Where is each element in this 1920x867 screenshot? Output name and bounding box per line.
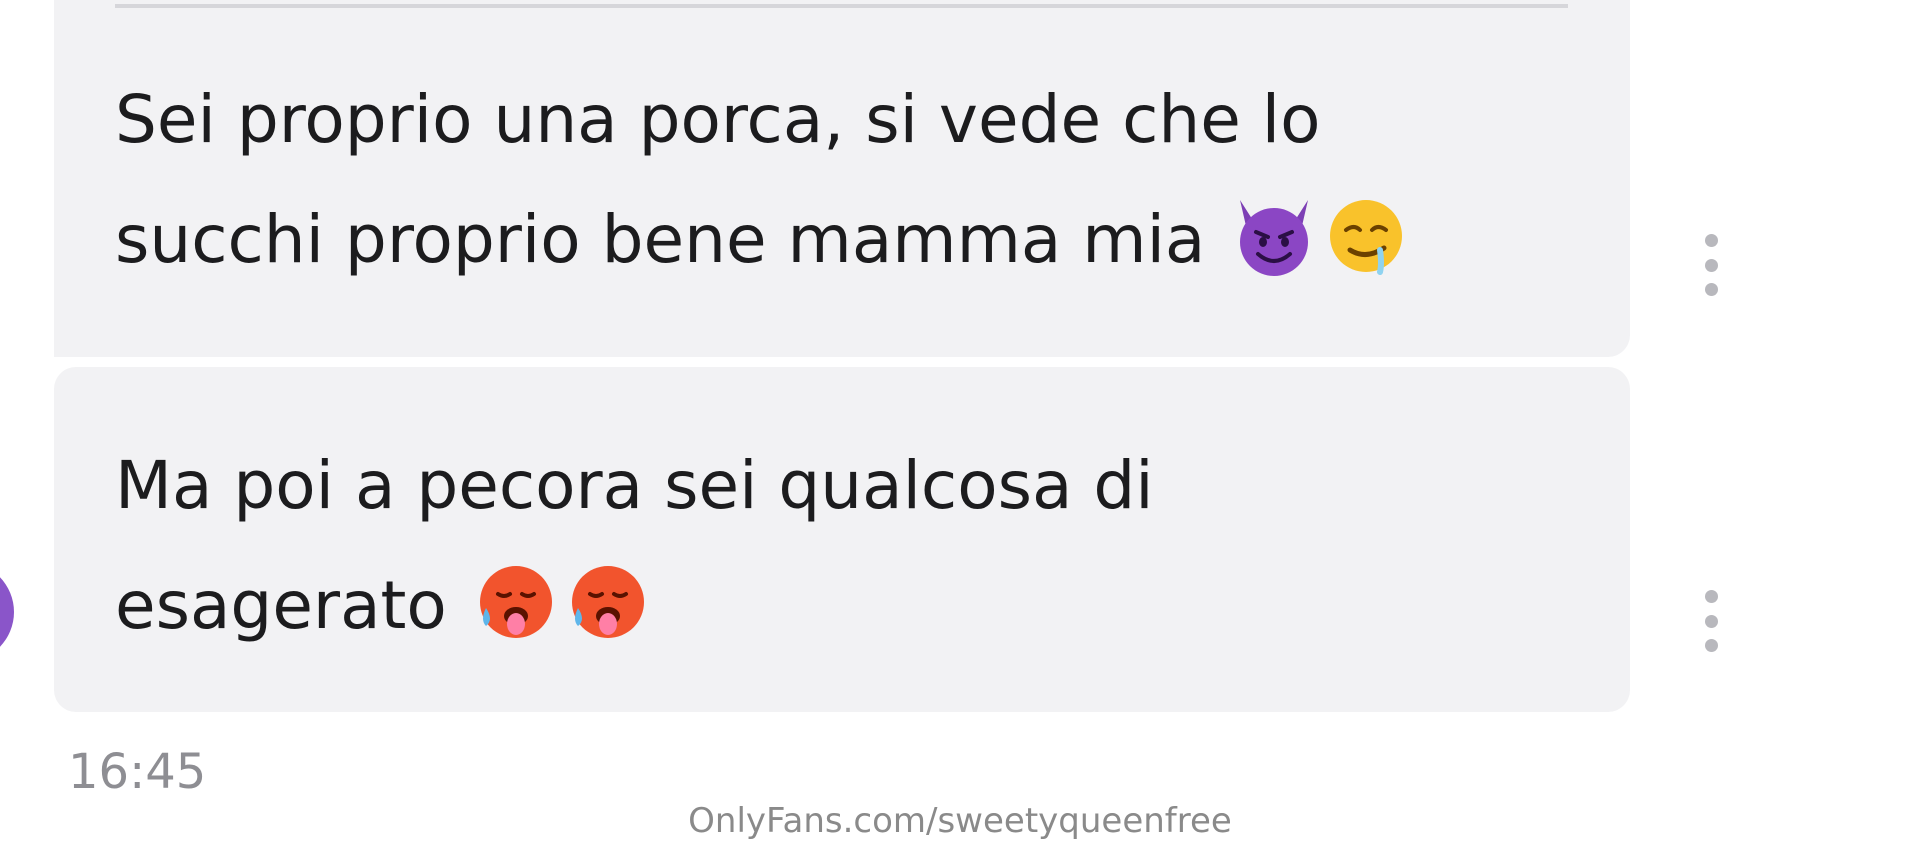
message-menu-button[interactable] bbox=[1698, 234, 1724, 296]
hot-face-icon bbox=[472, 558, 560, 646]
message-bubble[interactable]: Ma poi a pecora sei qualcosa di esagerat… bbox=[54, 367, 1630, 712]
dot-icon bbox=[1704, 283, 1718, 296]
message-text: esagerato bbox=[115, 567, 447, 644]
drooling-face-icon bbox=[1322, 192, 1410, 280]
message-menu-button[interactable] bbox=[1698, 590, 1724, 652]
chat-screen: Sei proprio una porca, si vede che lo su… bbox=[0, 0, 1920, 867]
message-timestamp: 16:45 bbox=[68, 744, 207, 800]
dot-icon bbox=[1704, 258, 1718, 272]
dot-icon bbox=[1704, 234, 1718, 247]
avatar[interactable] bbox=[0, 562, 14, 662]
message-line-with-emoji: succhi proprio bene mamma mia bbox=[115, 180, 1630, 300]
message-line: Ma poi a pecora sei qualcosa di bbox=[115, 447, 1154, 524]
watermark: OnlyFans.com/sweetyqueenfree bbox=[688, 801, 1232, 841]
message-bubble[interactable]: Sei proprio una porca, si vede che lo su… bbox=[54, 0, 1630, 357]
dot-icon bbox=[1704, 639, 1718, 652]
dot-icon bbox=[1704, 614, 1718, 628]
hot-face-icon bbox=[564, 558, 652, 646]
message-line-with-emoji: esagerato bbox=[115, 546, 1630, 666]
smiling-devil-icon bbox=[1230, 192, 1318, 280]
message-line: Sei proprio una porca, si vede che lo bbox=[115, 81, 1321, 158]
dot-icon bbox=[1704, 590, 1718, 603]
message-text: succhi proprio bene mamma mia bbox=[115, 201, 1206, 278]
divider bbox=[115, 4, 1568, 8]
